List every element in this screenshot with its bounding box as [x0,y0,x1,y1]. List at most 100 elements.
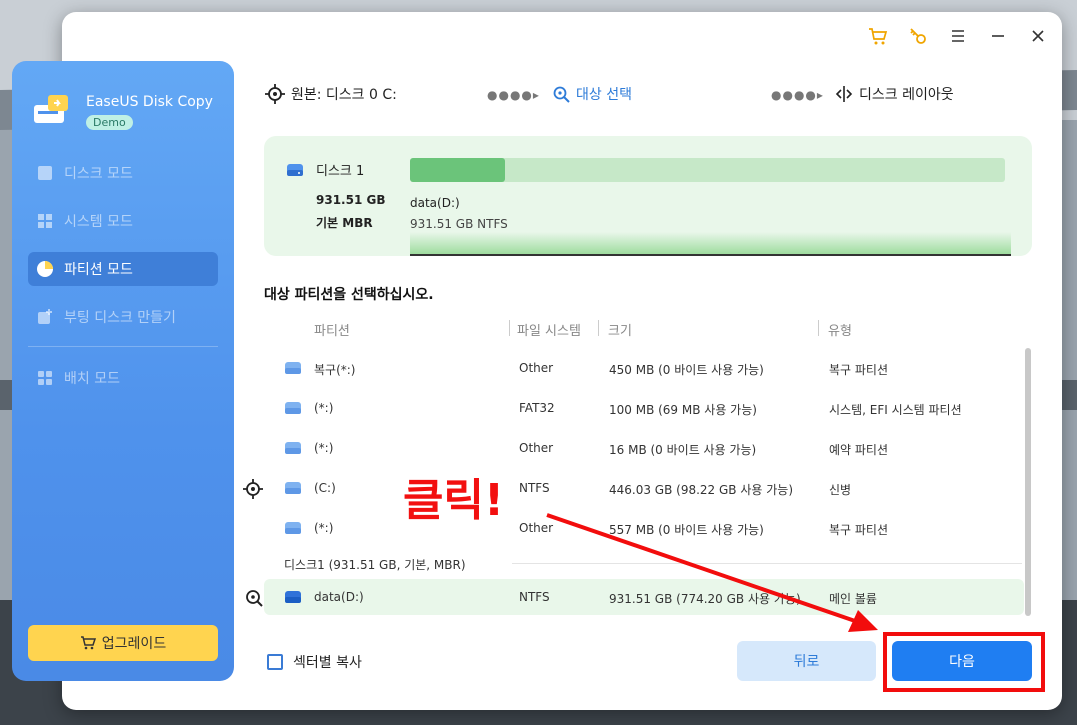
source-crosshair-icon [243,479,263,499]
sidebar: EaseUS Disk Copy Demo 디스크 모드 시스템 모드 파티션 … [12,61,234,681]
table-row[interactable]: (*:) FAT32 100 MB (69 MB 사용 가능) 시스템, EFI… [264,389,1024,429]
hard-drive-icon [285,522,301,534]
sidebar-item-disk-mode[interactable]: 디스크 모드 [28,156,218,190]
partition-sub: 931.51 GB NTFS [410,217,508,231]
hard-drive-icon [285,402,301,414]
minimize-icon[interactable] [987,25,1009,47]
annotation-highlight-box [883,632,1045,692]
hard-drive-icon [285,591,301,603]
target-disk-card[interactable]: 디스크 1 931.51 GB 기본 MBR data(D:) 931.51 G… [264,136,1032,256]
row-size: 557 MB (0 바이트 사용 가능) [609,523,764,537]
table-row-selected[interactable]: data(D:) NTFS 931.51 GB (774.20 GB 사용 가능… [264,579,1024,615]
target-search-icon [246,590,263,607]
row-type: 시스템, EFI 시스템 파티션 [829,403,962,417]
row-partition: (*:) [314,401,334,415]
close-icon[interactable] [1027,25,1049,47]
demo-badge: Demo [86,115,133,130]
sidebar-item-partition-mode[interactable]: 파티션 모드 [28,252,218,286]
disk-usage-fill [410,158,506,182]
sidebar-item-system-mode[interactable]: 시스템 모드 [28,204,218,238]
step-source: 원본: 디스크 0 C: [265,84,397,104]
column-separator [818,320,819,336]
pie-chart-icon [36,260,54,278]
annotation-click-text: 클릭! [402,474,505,527]
sidebar-item-label: 부팅 디스크 만들기 [64,310,176,326]
titlebar-controls [867,25,1049,47]
sidebar-item-label: 배치 모드 [64,371,120,387]
sidebar-item-batch-mode[interactable]: 배치 모드 [28,361,218,395]
app-logo-icon [34,95,68,123]
step-layout-label: 디스크 레이아웃 [859,87,954,103]
row-filesystem: Other [519,361,554,375]
column-header-filesystem[interactable]: 파일 시스템 [517,320,581,339]
crosshair-icon [265,84,285,104]
section-title: 대상 파티션을 선택하십시오. [264,287,434,303]
sidebar-nav: 디스크 모드 시스템 모드 파티션 모드 부팅 디스크 만들기 배치 모드 [28,156,218,409]
hard-drive-icon [287,163,303,176]
row-filesystem: Other [519,441,554,455]
layout-arrows-icon [835,86,853,102]
disk-name-label: 디스크 1 [316,164,365,179]
step-layout: 디스크 레이아웃 [835,84,954,104]
group-divider [512,563,1022,564]
sidebar-item-boot-disk[interactable]: 부팅 디스크 만들기 [28,300,218,334]
step-indicator: 원본: 디스크 0 C: ●●●●▸ 대상 선택 ●●●●▸ 디스크 레이아웃 [265,84,985,108]
table-row[interactable]: (*:) Other 557 MB (0 바이트 사용 가능) 복구 파티션 [264,509,1024,549]
sector-copy-checkbox[interactable] [267,654,283,670]
sidebar-item-label: 디스크 모드 [64,166,133,182]
hard-drive-icon [285,482,301,494]
table-scrollbar[interactable] [1025,348,1031,616]
grid-icon [36,369,54,387]
back-button[interactable]: 뒤로 [737,641,876,681]
step-target: 대상 선택 [552,84,632,104]
disk-group-label: 디스크1 (931.51 GB, 기본, MBR) [284,558,466,572]
table-row[interactable]: 복구(*:) Other 450 MB (0 바이트 사용 가능) 복구 파티션 [264,349,1024,389]
column-header-size[interactable]: 크기 [608,320,632,339]
disk-usage-bar [410,158,1005,182]
row-type: 신병 [829,483,852,497]
cart-icon[interactable] [867,25,889,47]
menu-icon[interactable] [947,25,969,47]
row-size: 446.03 GB (98.22 GB 사용 가능) [609,483,794,497]
upgrade-button[interactable]: 업그레이드 [28,625,218,661]
disk-mode-icon [36,164,54,182]
row-filesystem: NTFS [519,590,550,604]
step-separator: ●●●●▸ [487,88,540,102]
key-icon[interactable] [907,25,929,47]
sector-copy-option[interactable]: 섹터별 복사 [267,652,362,672]
column-header-partition[interactable]: 파티션 [314,320,350,339]
row-size: 16 MB (0 바이트 사용 가능) [609,443,757,457]
column-separator [598,320,599,336]
row-filesystem: NTFS [519,481,550,495]
app-name: EaseUS Disk Copy [86,94,213,110]
table-row[interactable]: (C:) NTFS 446.03 GB (98.22 GB 사용 가능) 신병 [264,469,1024,509]
row-partition: (C:) [314,481,336,495]
row-type: 복구 파티션 [829,363,889,377]
brand: EaseUS Disk Copy Demo [32,91,213,131]
table-row[interactable]: (*:) Other 16 MB (0 바이트 사용 가능) 예약 파티션 [264,429,1024,469]
sidebar-item-label: 시스템 모드 [64,214,133,230]
step-target-label: 대상 선택 [576,87,632,103]
sidebar-divider [28,346,218,347]
column-header-type[interactable]: 유형 [828,320,852,339]
row-filesystem: Other [519,521,554,535]
disk-name: 디스크 1 [286,160,364,179]
row-filesystem: FAT32 [519,401,555,415]
row-size: 450 MB (0 바이트 사용 가능) [609,363,764,377]
row-partition: data(D:) [314,590,364,604]
row-partition: (*:) [314,521,334,535]
target-search-icon [553,86,570,103]
sector-copy-label: 섹터별 복사 [293,655,362,671]
sidebar-item-label: 파티션 모드 [64,262,133,278]
hard-drive-icon [285,442,301,454]
disk-size: 931.51 GB [316,193,386,207]
boot-disk-icon [36,308,54,326]
row-partition: 복구(*:) [314,363,356,377]
row-type: 메인 볼륨 [829,592,877,606]
row-type: 예약 파티션 [829,443,889,457]
disk-type: 기본 MBR [316,216,373,230]
partition-block[interactable] [410,232,1011,256]
hard-drive-icon [285,362,301,374]
column-separator [509,320,510,336]
cart-icon [80,636,96,650]
